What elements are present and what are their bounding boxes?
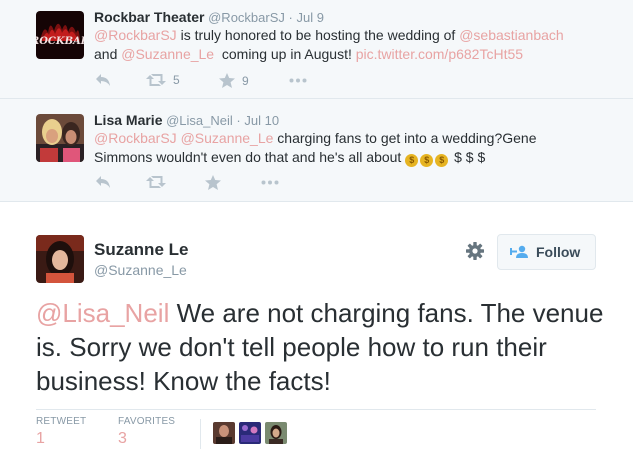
favorites-stat-label: FAVORITES [118,416,176,427]
reply-icon [96,176,110,188]
mention-link[interactable]: @RockbarSJ [94,27,177,43]
favoriter-avatar[interactable] [239,422,261,444]
tweet-text: @RockbarSJ is truly honored to be hostin… [94,26,614,64]
favoriter-avatar[interactable] [213,422,235,444]
tweet-text-segment: and [94,46,122,62]
avatar-photo [213,422,235,444]
retweet-stat[interactable]: RETWEET 1 [36,416,86,448]
retweet-button[interactable]: 5 [146,73,180,87]
media-link[interactable]: pic.twitter.com/p682TcHt55 [356,46,523,62]
stats-vertical-divider [200,419,201,449]
retweet-stat-count: 1 [36,430,45,447]
tweet-timestamp[interactable]: Jul 9 [296,10,323,25]
retweet-stat-label: RETWEET [36,416,87,427]
reply-button[interactable] [95,175,111,189]
author-name[interactable]: Lisa Marie [94,112,162,128]
retweet-count: 5 [173,73,180,87]
favorites-stat[interactable]: FAVORITES 3 [118,416,175,448]
money-bag-emoji: $ [435,154,449,167]
separator-dot: · [288,10,293,25]
main-tweet-text: @Lisa_Neil We are not charging fans. The… [36,296,616,398]
mention-link[interactable]: @sebastianbach [459,27,564,43]
reply-icon [96,74,110,86]
favorite-button[interactable]: 9 [219,73,249,88]
mention-link[interactable]: @Suzanne_Le [181,130,274,146]
rockbar-logo-text: ROCKBAR [36,36,84,47]
avatar-suzanne-le[interactable] [36,235,84,283]
tweet-text-segment: coming up in August! [214,46,356,62]
tweet-header: Lisa Marie @Lisa_Neil · Jul 10 [94,112,279,128]
follow-label: Follow [536,244,581,260]
favoriter-avatar[interactable] [265,422,287,444]
money-bag-emoji: $ [420,154,434,167]
favorited-by-avatars [213,422,287,444]
tweet-text: @RockbarSJ @Suzanne_Le charging fans to … [94,129,614,167]
money-bag-emoji: $ [405,154,419,167]
more-icon [261,180,279,185]
gear-icon [466,242,484,260]
author-handle[interactable]: @Lisa_Neil [166,113,233,128]
reply-button[interactable] [95,73,111,87]
separator-dot: · [236,113,241,128]
rockbar-logo: ROCKBAR [36,11,84,59]
mention-link[interactable]: @Suzanne_Le [121,46,214,62]
avatar-photo [265,422,287,444]
favorites-stat-count: 3 [118,430,127,447]
mention-link[interactable]: @RockbarSJ [94,130,177,146]
avatar-lisa-marie[interactable] [36,114,84,162]
thread-bottom-divider [0,201,633,202]
more-icon [289,78,307,83]
retweet-icon [146,176,166,188]
tweet-text-segment: Simmons wouldn't even do that and he's a… [94,149,406,165]
author-handle[interactable]: @RockbarSJ [208,10,285,25]
favorite-count: 9 [242,73,249,88]
author-name[interactable]: Rockbar Theater [94,9,204,25]
avatar-rockbar[interactable]: ROCKBAR [36,11,84,59]
more-button[interactable] [261,180,279,185]
more-button[interactable] [289,78,307,83]
retweet-icon [146,74,166,86]
follow-user-icon [510,245,528,258]
stats-divider [36,409,596,410]
mention-link[interactable]: @Lisa_Neil [36,298,169,328]
favorite-icon [219,73,235,88]
tweet-header: Rockbar Theater @RockbarSJ · Jul 9 [94,9,324,25]
author-name[interactable]: Suzanne Le [94,240,188,260]
avatar-photo [239,422,261,444]
follow-button[interactable]: Follow [497,234,596,270]
tweet-text-segment: $ $ $ [450,149,486,165]
user-actions-button[interactable] [465,241,485,261]
author-handle[interactable]: @Suzanne_Le [94,262,187,278]
avatar-photo [36,114,84,162]
retweet-button[interactable] [146,175,166,189]
tweet-text-segment: is truly honored to be hosting the weddi… [176,27,460,43]
avatar-photo [36,235,84,283]
favorite-button[interactable] [205,175,221,190]
favorite-icon [205,175,221,190]
tweet-text-segment: charging fans to get into a wedding?Gene [273,130,537,146]
tweet-timestamp[interactable]: Jul 10 [244,113,279,128]
